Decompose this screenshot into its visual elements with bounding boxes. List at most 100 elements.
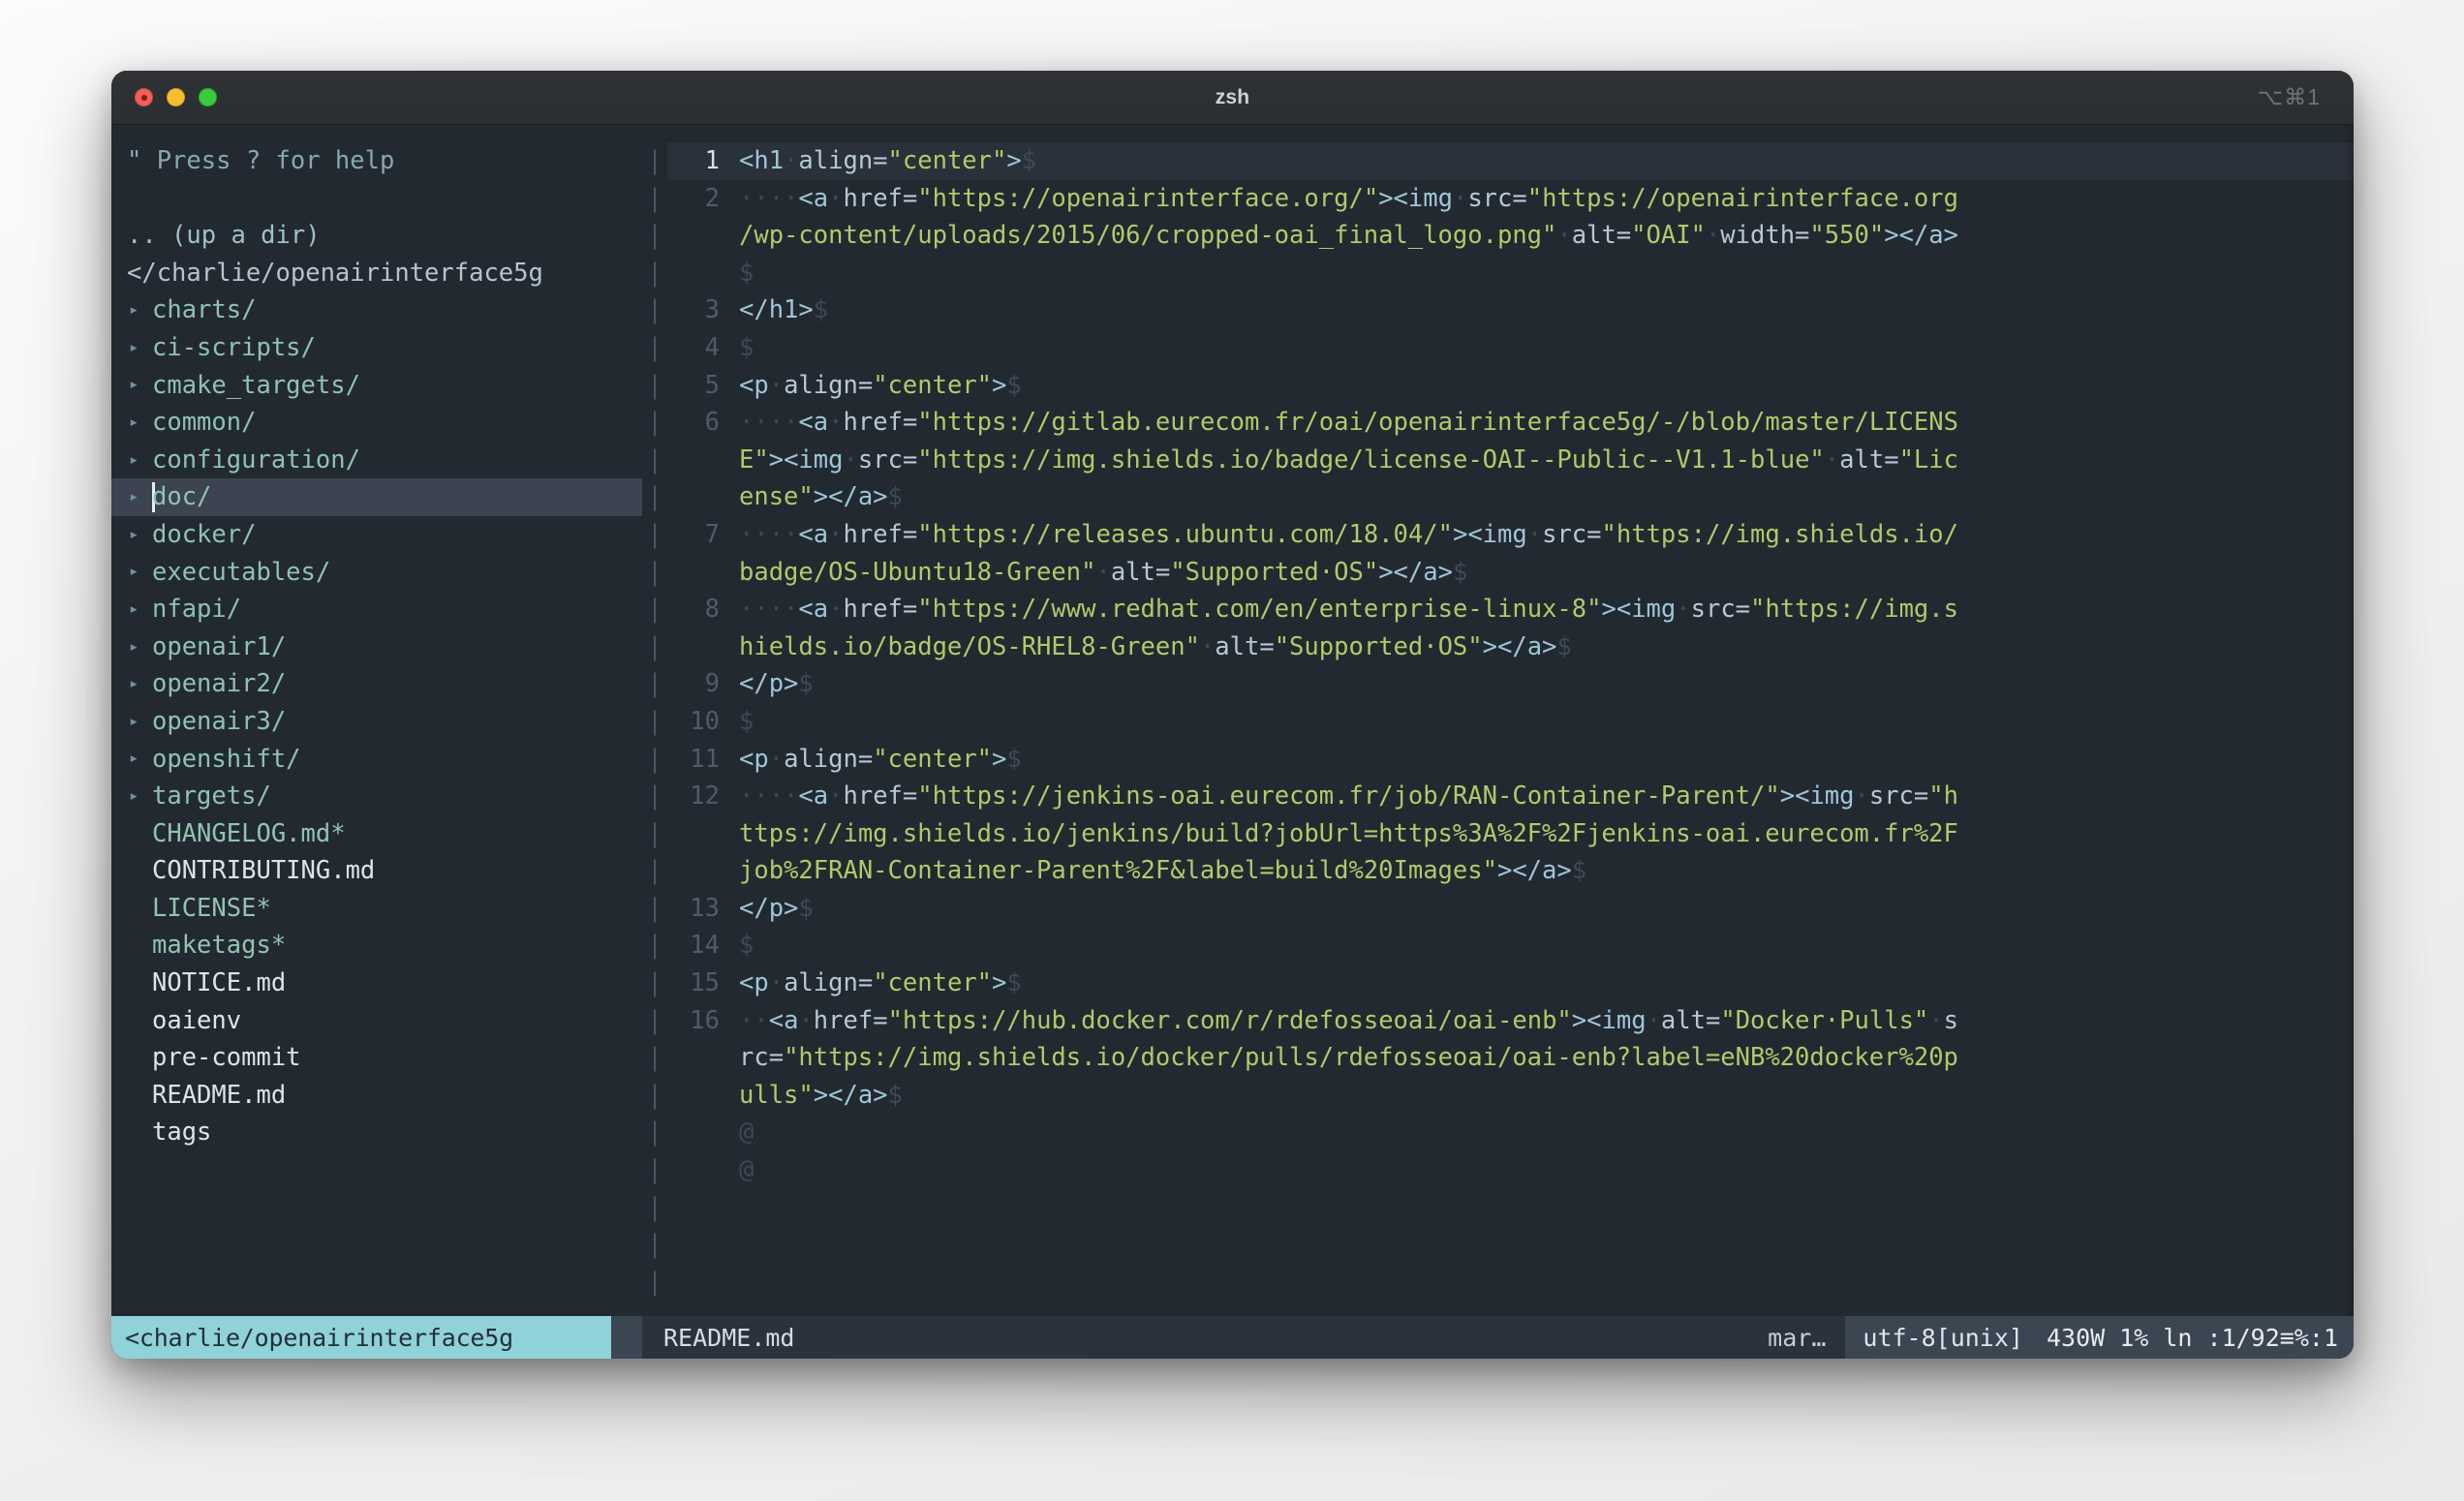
nerdtree-item-changelog-md[interactable]: ▸CHANGELOG.md* xyxy=(111,815,642,853)
nerdtree-item-common[interactable]: ▸ common/ xyxy=(111,404,642,442)
line-number: 10 xyxy=(690,706,720,736)
nerdtree-item-pre-commit[interactable]: ▸pre-commit xyxy=(111,1039,642,1077)
close-button[interactable] xyxy=(135,88,153,107)
editor-line[interactable]: 3 </h1>$ xyxy=(667,291,2354,329)
nerdtree-item-ci-scripts[interactable]: ▸ ci-scripts/ xyxy=(111,329,642,367)
editor-line[interactable]: /wp-content/uploads/2015/06/cropped-oai_… xyxy=(667,217,2354,255)
token-attr: alt= xyxy=(1839,444,1899,475)
token-attr: src= xyxy=(1467,183,1527,213)
nerdtree-item-cmake-targets[interactable]: ▸ cmake_targets/ xyxy=(111,367,642,405)
token-tag: <a xyxy=(798,408,829,438)
token-tag: <img xyxy=(1467,519,1527,549)
editor-line[interactable]: 1 <h1·align="center">$ xyxy=(667,142,2354,180)
editor-line[interactable]: $ xyxy=(667,255,2354,292)
editor-line[interactable]: rc="https://img.shields.io/docker/pulls/… xyxy=(667,1039,2354,1077)
nerdtree-item-notice-md[interactable]: ▸NOTICE.md xyxy=(111,965,642,1002)
token-tag: <img xyxy=(1795,781,1855,812)
chevron-right-icon[interactable]: ▸ xyxy=(127,750,152,767)
nerdtree-item-openshift[interactable]: ▸ openshift/ xyxy=(111,741,642,779)
chevron-right-icon[interactable]: ▸ xyxy=(127,377,152,393)
editor-line[interactable]: 5 <p·align="center">$ xyxy=(667,367,2354,405)
token-str: /wp-content/uploads/2015/06/cropped-oai_… xyxy=(739,221,1557,251)
nerdtree-item-openair3[interactable]: ▸ openair3/ xyxy=(111,703,642,741)
editor-line[interactable]: 16 ··<a·href="https://hub.docker.com/r/rd… xyxy=(667,1002,2354,1040)
editor-line[interactable]: ttps://img.shields.io/jenkins/build?jobU… xyxy=(667,815,2354,853)
nerdtree-item-contributing-md[interactable]: ▸CONTRIBUTING.md xyxy=(111,852,642,890)
editor-line[interactable]: ulls"></a>$ xyxy=(667,1077,2354,1115)
zoom-button[interactable] xyxy=(199,88,217,107)
nerdtree-item-configuration[interactable]: ▸ configuration/ xyxy=(111,442,642,479)
nerdtree-up-a-dir[interactable]: .. (up a dir) xyxy=(111,217,642,255)
token-ws: · xyxy=(1095,557,1111,587)
window-shortcut-hint: ⌥⌘1 xyxy=(2257,84,2321,109)
nerdtree-item-executables[interactable]: ▸ executables/ xyxy=(111,554,642,592)
editor-line[interactable]: 6 ····<a·href="https://gitlab.eurecom.fr/… xyxy=(667,404,2354,442)
chevron-right-icon[interactable]: ▸ xyxy=(127,787,152,805)
nerdtree-item-openair2[interactable]: ▸ openair2/ xyxy=(111,665,642,703)
token-str: "Lic xyxy=(1898,444,1958,475)
editor-line[interactable]: hields.io/badge/OS-RHEL8-Green"·alt="Sup… xyxy=(667,628,2354,666)
editor-line[interactable]: 11 <p·align="center">$ xyxy=(667,741,2354,779)
nerdtree-item-docker[interactable]: ▸ docker/ xyxy=(111,516,642,554)
editor-line[interactable]: 9 </p>$ xyxy=(667,665,2354,703)
editor-line[interactable]: badge/OS-Ubuntu18-Green"·alt="Supported·… xyxy=(667,554,2354,592)
editor-line[interactable]: 12 ····<a·href="https://jenkins-oai.eurec… xyxy=(667,778,2354,815)
nerdtree-item-nfapi[interactable]: ▸ nfapi/ xyxy=(111,591,642,628)
editor-line[interactable]: ense"></a>$ xyxy=(667,478,2354,516)
editor-pane[interactable]: 1 <h1·align="center">$ 2 ····<a·href="https… xyxy=(667,125,2354,1316)
token-ws: · xyxy=(828,519,844,549)
token-str: "https://img.shields.io/badge/license-OA… xyxy=(917,444,1825,475)
token-str: "https://gitlab.eurecom.fr/oai/openairin… xyxy=(917,408,1958,438)
chevron-right-icon[interactable]: ▸ xyxy=(127,414,152,431)
chevron-right-icon[interactable]: ▸ xyxy=(127,339,152,356)
chevron-right-icon[interactable]: ▸ xyxy=(127,713,152,730)
chevron-right-icon[interactable]: ▸ xyxy=(127,526,152,543)
editor-line[interactable]: 2 ····<a·href="https://openairinterface.o… xyxy=(667,180,2354,218)
minimize-button[interactable] xyxy=(167,88,185,107)
editor-line[interactable]: @ xyxy=(667,1114,2354,1151)
line-content: ense"></a>$ xyxy=(739,478,2354,516)
nerdtree-item-readme-md[interactable]: ▸README.md xyxy=(111,1077,642,1115)
editor-line[interactable]: E"><img·src="https://img.shields.io/badg… xyxy=(667,442,2354,479)
file-explorer-pane[interactable]: " Press ? for help .. (up a dir) </charl… xyxy=(111,125,642,1316)
token-ws: ···· xyxy=(739,519,799,549)
chevron-right-icon[interactable]: ▸ xyxy=(127,600,152,618)
token-eol: $ xyxy=(1571,856,1587,886)
nerdtree-item-openair1[interactable]: ▸ openair1/ xyxy=(111,628,642,666)
chevron-right-icon[interactable]: ▸ xyxy=(127,564,152,580)
editor-line[interactable]: @ xyxy=(667,1151,2354,1189)
editor-line[interactable]: 15 <p·align="center">$ xyxy=(667,965,2354,1002)
token-str: "https://releases.ubuntu.com/18.04/" xyxy=(917,519,1453,549)
token-tilde: @ xyxy=(739,1155,755,1185)
nerdtree-item-charts[interactable]: ▸ charts/ xyxy=(111,291,642,329)
editor-line[interactable]: job%2FRAN-Container-Parent%2F&label=buil… xyxy=(667,852,2354,890)
token-ws: · xyxy=(828,408,844,438)
line-content: ····<a·href="https://www.redhat.com/en/e… xyxy=(739,591,2354,628)
editor-line[interactable]: 14 $ xyxy=(667,927,2354,965)
vim-panes: " Press ? for help .. (up a dir) </charl… xyxy=(111,125,2354,1316)
token-tag: > xyxy=(813,482,829,512)
editor-line[interactable]: 13 </p>$ xyxy=(667,890,2354,928)
token-ws: · xyxy=(1199,631,1216,661)
token-attr: src= xyxy=(1868,781,1929,812)
token-tag: > xyxy=(992,744,1007,774)
chevron-right-icon[interactable]: ▸ xyxy=(127,489,152,505)
chevron-right-icon[interactable]: ▸ xyxy=(127,451,152,469)
token-str: "https://jenkins-oai.eurecom.fr/job/RAN-… xyxy=(917,781,1780,812)
editor-line[interactable]: 4 $ xyxy=(667,329,2354,367)
nerdtree-item-doc[interactable]: ▸ doc/ xyxy=(111,478,642,516)
nerdtree-item-maketags[interactable]: ▸maketags* xyxy=(111,927,642,965)
editor-line[interactable]: 10 $ xyxy=(667,703,2354,741)
chevron-right-icon[interactable]: ▸ xyxy=(127,638,152,656)
editor-line[interactable]: 7 ····<a·href="https://releases.ubuntu.co… xyxy=(667,516,2354,554)
chevron-right-icon[interactable]: ▸ xyxy=(127,676,152,692)
nerdtree-item-tags[interactable]: ▸tags xyxy=(111,1114,642,1151)
nerdtree-item-license[interactable]: ▸LICENSE* xyxy=(111,890,642,928)
nerdtree-root-path[interactable]: </charlie/openairinterface5g xyxy=(111,255,642,292)
line-number: 2 xyxy=(704,183,720,213)
nerdtree-item-oaienv[interactable]: ▸oaienv xyxy=(111,1002,642,1040)
editor-line[interactable]: 8 ····<a·href="https://www.redhat.com/en/… xyxy=(667,591,2354,628)
statusline-tree-separator xyxy=(611,1316,642,1359)
chevron-right-icon[interactable]: ▸ xyxy=(127,302,152,319)
nerdtree-item-targets[interactable]: ▸ targets/ xyxy=(111,778,642,815)
